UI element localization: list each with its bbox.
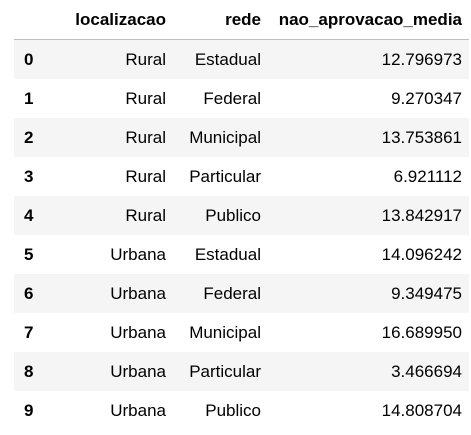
cell-localizacao: Rural	[125, 49, 166, 69]
row-index: 4	[24, 205, 34, 225]
row-index: 6	[24, 283, 34, 303]
cell-localizacao: Urbana	[110, 361, 166, 381]
cell-nao-aprovacao-media: 13.753861	[381, 127, 462, 147]
column-header-nao-aprovacao-media: nao_aprovacao_media	[268, 0, 469, 40]
table-row: 6 Urbana Federal 9.349475	[14, 274, 469, 313]
cell-rede: Municipal	[189, 322, 261, 342]
table-row: 3 Rural Particular 6.921112	[14, 157, 469, 196]
dataframe-output: localizacao rede nao_aprovacao_media 0 R…	[0, 0, 471, 435]
table-row: 4 Rural Publico 13.842917	[14, 196, 469, 235]
row-index: 8	[24, 361, 34, 381]
header-row: localizacao rede nao_aprovacao_media	[14, 0, 469, 40]
row-index: 9	[24, 400, 34, 420]
row-index: 3	[24, 166, 34, 186]
cell-localizacao: Urbana	[110, 400, 166, 420]
table-row: 9 Urbana Publico 14.808704	[14, 391, 469, 430]
table-row: 7 Urbana Municipal 16.689950	[14, 313, 469, 352]
cell-nao-aprovacao-media: 3.466694	[391, 361, 462, 381]
cell-rede: Estadual	[194, 49, 261, 69]
cell-localizacao: Urbana	[110, 244, 166, 264]
cell-nao-aprovacao-media: 14.096242	[381, 244, 462, 264]
cell-rede: Particular	[189, 361, 261, 381]
cell-rede: Publico	[205, 205, 261, 225]
table-row: 0 Rural Estadual 12.796973	[14, 39, 469, 79]
table-row: 8 Urbana Particular 3.466694	[14, 352, 469, 391]
row-index: 2	[24, 127, 34, 147]
cell-rede: Publico	[205, 400, 261, 420]
cell-nao-aprovacao-media: 14.808704	[381, 400, 462, 420]
row-index: 0	[24, 49, 34, 69]
table-body: 0 Rural Estadual 12.796973 1 Rural Feder…	[14, 39, 469, 430]
index-header	[14, 0, 64, 40]
cell-rede: Particular	[189, 166, 261, 186]
dataframe-table: localizacao rede nao_aprovacao_media 0 R…	[14, 0, 469, 430]
cell-localizacao: Rural	[125, 127, 166, 147]
table-row: 5 Urbana Estadual 14.096242	[14, 235, 469, 274]
table-row: 2 Rural Municipal 13.753861	[14, 118, 469, 157]
cell-rede: Federal	[203, 88, 261, 108]
cell-localizacao: Rural	[125, 88, 166, 108]
row-index: 7	[24, 322, 34, 342]
table-header: localizacao rede nao_aprovacao_media	[14, 0, 469, 40]
table-row: 1 Rural Federal 9.270347	[14, 79, 469, 118]
cell-localizacao: Urbana	[110, 322, 166, 342]
cell-nao-aprovacao-media: 16.689950	[381, 322, 462, 342]
cell-localizacao: Urbana	[110, 283, 166, 303]
cell-rede: Estadual	[194, 244, 261, 264]
cell-rede: Federal	[203, 283, 261, 303]
cell-nao-aprovacao-media: 13.842917	[381, 205, 462, 225]
column-header-rede: rede	[173, 0, 268, 40]
cell-nao-aprovacao-media: 6.921112	[393, 166, 462, 186]
column-header-localizacao: localizacao	[64, 0, 173, 40]
row-index: 5	[24, 244, 34, 264]
cell-rede: Municipal	[189, 127, 261, 147]
row-index: 1	[24, 88, 34, 108]
cell-nao-aprovacao-media: 9.270347	[391, 88, 462, 108]
cell-nao-aprovacao-media: 12.796973	[381, 49, 462, 69]
cell-localizacao: Rural	[125, 205, 166, 225]
cell-nao-aprovacao-media: 9.349475	[391, 283, 462, 303]
cell-localizacao: Rural	[125, 166, 166, 186]
